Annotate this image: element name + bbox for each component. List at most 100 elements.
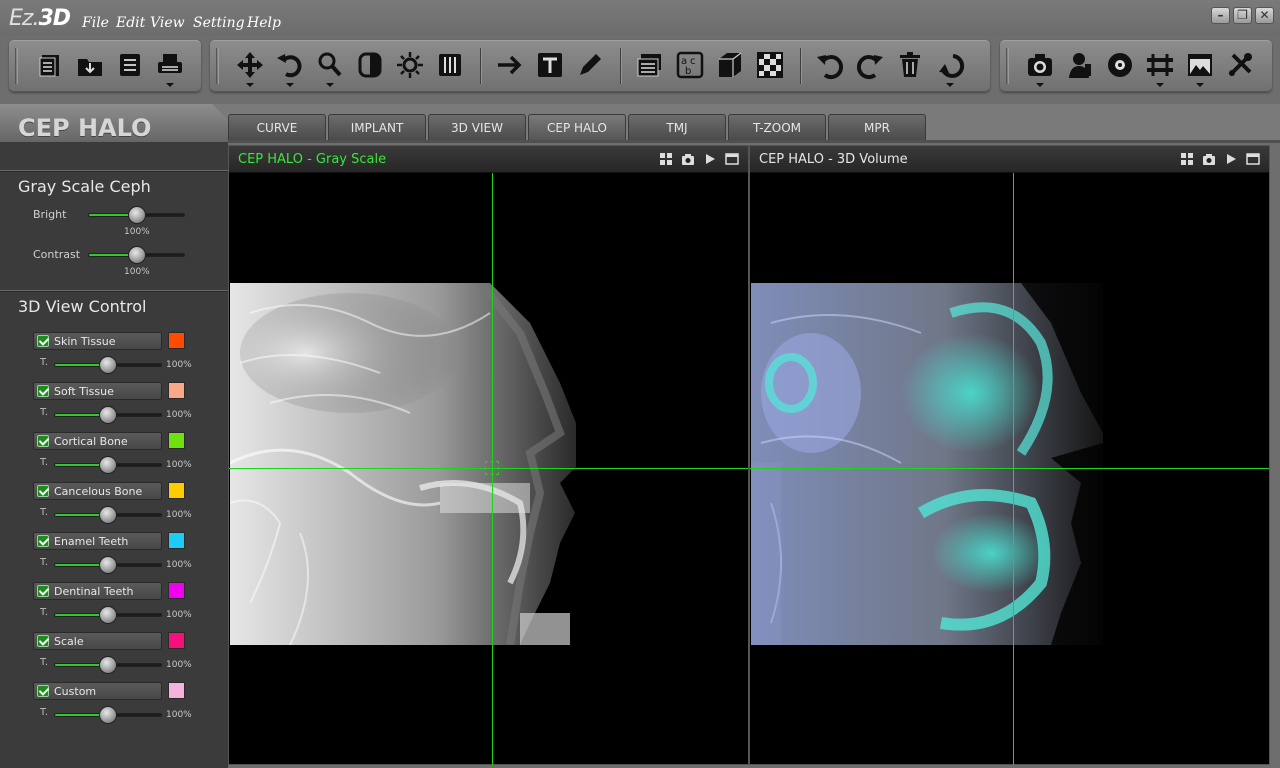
transparency-slider-enamel-teeth[interactable] [54, 556, 162, 574]
checkbox-icon[interactable] [37, 585, 49, 597]
checkbox-icon[interactable] [37, 485, 49, 497]
tab-t-zoom[interactable]: T-ZOOM [728, 114, 826, 140]
rotate-dropdown-arrow[interactable] [286, 83, 294, 87]
brightness-icon[interactable] [392, 48, 428, 82]
redo-icon[interactable] [852, 48, 888, 82]
maximize-icon[interactable] [725, 152, 739, 166]
zoom-dropdown-arrow[interactable] [326, 83, 334, 87]
layer-toggle-soft-tissue[interactable]: Soft Tissue [33, 382, 162, 400]
close-button[interactable]: ✕ [1255, 7, 1274, 24]
transparency-slider-knob[interactable] [99, 456, 117, 474]
layer-toggle-cortical-bone[interactable]: Cortical Bone [33, 432, 162, 450]
play-icon[interactable] [1224, 152, 1238, 166]
undo-icon[interactable] [812, 48, 848, 82]
transparency-slider-knob[interactable] [99, 406, 117, 424]
layers-icon[interactable] [632, 48, 668, 82]
disc-icon[interactable] [1102, 48, 1138, 82]
save-icon[interactable] [112, 48, 148, 82]
layer-color-swatch-soft-tissue[interactable] [168, 382, 185, 399]
menu-edit[interactable]: Edit [116, 15, 145, 31]
checkbox-icon[interactable] [37, 535, 49, 547]
contrast-icon[interactable] [352, 48, 388, 82]
abc-icon[interactable]: acb [672, 48, 708, 82]
tab-curve[interactable]: CURVE [228, 114, 326, 140]
menu-help[interactable]: Help [247, 15, 281, 31]
film-icon[interactable] [432, 48, 468, 82]
camera-icon[interactable] [1022, 48, 1058, 82]
crosshair-vertical[interactable] [1013, 173, 1014, 765]
contrast-slider[interactable] [88, 246, 185, 264]
viewport-3d-volume[interactable]: CEP HALO - 3D Volume [749, 145, 1270, 765]
tab-tmj[interactable]: TMJ [628, 114, 726, 140]
layer-toggle-skin-tissue[interactable]: Skin Tissue [33, 332, 162, 350]
transparency-slider-dentinal-teeth[interactable] [54, 606, 162, 624]
checkbox-icon[interactable] [37, 435, 49, 447]
print-dropdown-arrow[interactable] [166, 83, 174, 87]
arrow-icon[interactable] [492, 48, 528, 82]
transparency-slider-scale[interactable] [54, 656, 162, 674]
snapshot-icon[interactable] [1202, 152, 1216, 166]
crosshair-center-handle[interactable] [485, 461, 499, 475]
layer-color-swatch-enamel-teeth[interactable] [168, 532, 185, 549]
transparency-slider-custom[interactable] [54, 706, 162, 724]
print-icon[interactable] [152, 48, 188, 82]
export-icon[interactable] [1142, 48, 1178, 82]
checkbox-icon[interactable] [37, 385, 49, 397]
transparency-slider-skin-tissue[interactable] [54, 356, 162, 374]
layer-color-swatch-custom[interactable] [168, 682, 185, 699]
transparency-slider-knob[interactable] [99, 556, 117, 574]
restore-button[interactable]: ❐ [1233, 7, 1252, 24]
open-folder-icon[interactable] [72, 48, 108, 82]
layer-toggle-custom[interactable]: Custom [33, 682, 162, 700]
layer-color-swatch-scale[interactable] [168, 632, 185, 649]
rotate-icon[interactable] [272, 48, 308, 82]
play-icon[interactable] [703, 152, 717, 166]
transparency-slider-knob[interactable] [99, 656, 117, 674]
bright-slider[interactable] [88, 206, 185, 224]
image-icon[interactable] [1182, 48, 1218, 82]
transparency-slider-knob[interactable] [99, 356, 117, 374]
transparency-slider-soft-tissue[interactable] [54, 406, 162, 424]
checkbox-icon[interactable] [37, 635, 49, 647]
pencil-icon[interactable] [572, 48, 608, 82]
tab-mpr[interactable]: MPR [828, 114, 926, 140]
transparency-slider-knob[interactable] [99, 706, 117, 724]
reset-dropdown-arrow[interactable] [946, 83, 954, 87]
minimize-button[interactable]: – [1211, 7, 1230, 24]
cube-icon[interactable] [712, 48, 748, 82]
menu-file[interactable]: File [82, 15, 109, 31]
patient-icon[interactable] [1062, 48, 1098, 82]
transparency-slider-cortical-bone[interactable] [54, 456, 162, 474]
layout-grid-icon[interactable] [659, 152, 673, 166]
layer-color-swatch-cancelous-bone[interactable] [168, 482, 185, 499]
new-file-icon[interactable] [32, 48, 68, 82]
text-icon[interactable] [532, 48, 568, 82]
snapshot-icon[interactable] [681, 152, 695, 166]
image-dropdown-arrow[interactable] [1196, 83, 1204, 87]
bright-slider-knob[interactable] [128, 206, 146, 224]
transparency-slider-cancelous-bone[interactable] [54, 506, 162, 524]
layout-grid-icon[interactable] [1180, 152, 1194, 166]
tab-3d-view[interactable]: 3D VIEW [428, 114, 526, 140]
layer-toggle-cancelous-bone[interactable]: Cancelous Bone [33, 482, 162, 500]
tab-cep-halo[interactable]: CEP HALO [528, 114, 626, 140]
zoom-icon[interactable] [312, 48, 348, 82]
crosshair-horizontal[interactable] [750, 468, 1269, 469]
transparency-slider-knob[interactable] [99, 506, 117, 524]
menu-view[interactable]: View [150, 15, 185, 31]
tab-implant[interactable]: IMPLANT [328, 114, 426, 140]
checker-icon[interactable] [752, 48, 788, 82]
layer-color-swatch-dentinal-teeth[interactable] [168, 582, 185, 599]
checkbox-icon[interactable] [37, 335, 49, 347]
trash-icon[interactable] [892, 48, 928, 82]
tools-icon[interactable] [1222, 48, 1258, 82]
viewport-gray-scale[interactable]: CEP HALO - Gray Scale [228, 145, 749, 765]
move-dropdown-arrow[interactable] [246, 83, 254, 87]
layer-color-swatch-cortical-bone[interactable] [168, 432, 185, 449]
export-dropdown-arrow[interactable] [1156, 83, 1164, 87]
camera-dropdown-arrow[interactable] [1036, 83, 1044, 87]
maximize-icon[interactable] [1246, 152, 1260, 166]
layer-color-swatch-skin-tissue[interactable] [168, 332, 185, 349]
layer-toggle-dentinal-teeth[interactable]: Dentinal Teeth [33, 582, 162, 600]
checkbox-icon[interactable] [37, 685, 49, 697]
